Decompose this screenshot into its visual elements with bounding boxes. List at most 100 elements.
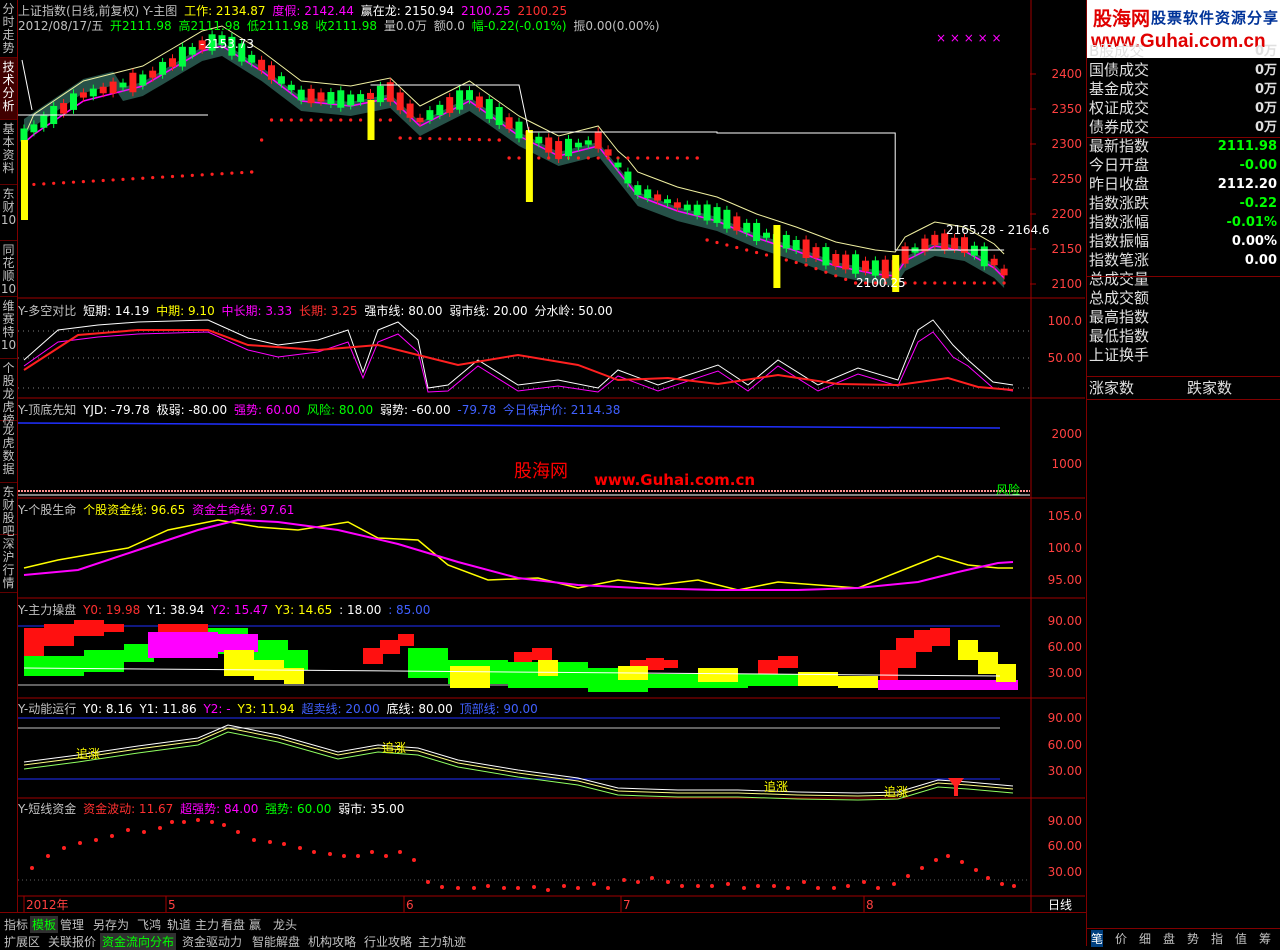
fund-dot — [268, 840, 272, 844]
candle-body — [159, 61, 167, 75]
candle-body — [119, 82, 127, 88]
left-tab-7[interactable]: 龙虎数据 — [0, 421, 17, 483]
block-red — [158, 624, 208, 632]
left-tab-6[interactable]: 个股龙虎榜 — [0, 359, 17, 427]
support-dot — [101, 178, 105, 183]
chart-canvas[interactable]: 2012年 5 6 7 8 日线 2400 2350 2300 2250 2200 2150 2100 1… — [18, 0, 1085, 912]
ext-tab-4[interactable]: 智能解盘 — [250, 933, 302, 950]
info-row-11: 指数笔涨 0.00 — [1089, 251, 1277, 270]
left-tab-4[interactable]: 同花顺10 — [0, 241, 17, 297]
super-strong: 超强势: 84.00 — [180, 802, 259, 816]
left-tab-1[interactable]: 技术分析 — [0, 58, 17, 120]
ext-tab-1[interactable]: 关联报价 — [46, 933, 98, 950]
candle-body — [475, 96, 483, 108]
left-tab-8[interactable]: 东财股吧 — [0, 483, 17, 538]
candle-body — [347, 94, 355, 106]
support-dot — [547, 156, 551, 160]
candle-body — [673, 202, 681, 208]
support-dot — [200, 173, 204, 177]
support-dot — [131, 177, 135, 181]
tool-tab-6[interactable]: 主力 — [193, 916, 221, 933]
candle-body — [287, 84, 295, 91]
info-row-4: 债券成交 0万 — [1089, 118, 1277, 137]
tool-tab-1[interactable]: 模板 — [30, 916, 59, 933]
p3-tick: 1000 — [1051, 457, 1082, 471]
candle-body — [426, 110, 434, 120]
tool-tab-7[interactable]: 看盘 — [219, 916, 247, 933]
right-tab-1[interactable]: 价 — [1115, 930, 1127, 947]
candle-body — [634, 185, 642, 195]
energy-line-green — [23, 731, 1014, 801]
right-tab-4[interactable]: 势 — [1187, 930, 1199, 947]
fund-dot — [370, 850, 374, 854]
support-dot — [428, 137, 432, 141]
extreme-weak: 极弱: -80.00 — [156, 403, 228, 417]
fund-dot — [196, 818, 200, 822]
block-yellow — [838, 676, 878, 688]
fund-dot — [680, 884, 684, 888]
right-tab-5[interactable]: 指 — [1211, 930, 1223, 947]
info-label: 最高指数 — [1089, 308, 1150, 326]
tool-tab-9[interactable]: 龙头 — [271, 916, 299, 933]
info-value: 0万 — [1254, 82, 1277, 97]
ext-tab-3[interactable]: 资金驱动力 — [180, 933, 244, 950]
fund-dot — [486, 884, 490, 888]
fund-dot — [846, 884, 850, 888]
midlong-line — [23, 331, 1014, 393]
tool-tab-8[interactable]: 赢 — [247, 916, 263, 933]
info-value: 2111.98 — [1217, 139, 1277, 154]
candle-body — [188, 46, 196, 55]
fund-dot — [78, 841, 82, 845]
p3-tick: 2000 — [1051, 427, 1082, 441]
candle-body — [802, 239, 810, 258]
fund-dot — [650, 876, 654, 880]
info-value: 0.00% — [1231, 234, 1277, 249]
long-term-line — [23, 329, 1014, 391]
up-count-label: 涨家数 — [1089, 379, 1135, 397]
candle-body — [980, 246, 988, 267]
left-tab-2[interactable]: 基本资料 — [0, 120, 17, 185]
candle-body — [822, 247, 830, 266]
fund-dot — [974, 868, 978, 872]
info-value: 0万 — [1254, 44, 1277, 59]
ext-tab-5[interactable]: 机构攻略 — [306, 933, 358, 950]
vacation-value: 度假: 2142.44 — [272, 4, 354, 18]
candle-body — [268, 65, 275, 80]
logo-name: 股海网 — [1093, 8, 1151, 30]
p5-tick: 30.00 — [1048, 666, 1082, 680]
candle-body — [683, 204, 691, 211]
right-tab-0[interactable]: 笔 — [1091, 930, 1104, 947]
right-tab-3[interactable]: 盘 — [1163, 930, 1175, 947]
left-tab-0[interactable]: 分时走势 — [0, 0, 17, 58]
block-red — [930, 628, 950, 646]
right-tab-7[interactable]: 筹 — [1259, 930, 1271, 947]
ext-tab-0[interactable]: 扩展区 — [2, 933, 42, 950]
ext-tab-7[interactable]: 主力轨迹 — [416, 933, 468, 950]
panel7-title: Y-短线资金 — [18, 802, 77, 816]
left-tab-5[interactable]: 维赛特10 — [0, 297, 17, 359]
yjd-repeat: -79.78 — [457, 403, 497, 417]
right-tab-6[interactable]: 值 — [1235, 930, 1247, 947]
volume-text: 量0.0万 — [383, 19, 427, 33]
support-dot — [675, 156, 680, 160]
tool-tab-5[interactable]: 轨道 — [165, 916, 193, 933]
support-dot — [953, 281, 957, 285]
tool-tab-3[interactable]: 另存为 — [91, 916, 131, 933]
ext-tab-2[interactable]: 资金流向分布 — [100, 933, 177, 950]
ext-tab-6[interactable]: 行业攻略 — [362, 933, 414, 950]
left-tab-3[interactable]: 东财10 — [0, 185, 17, 241]
info-value: -0.22 — [1239, 196, 1277, 211]
tool-tab-2[interactable]: 管理 — [58, 916, 86, 933]
oversold-line: 超卖线: 20.00 — [301, 702, 380, 716]
tool-tab-0[interactable]: 指标 — [2, 916, 30, 933]
candle-body — [149, 70, 157, 78]
candle-body — [970, 245, 978, 256]
block-red — [532, 648, 552, 660]
period-label: 日线 — [1048, 898, 1072, 912]
right-tab-2[interactable]: 细 — [1139, 930, 1151, 947]
block-red — [380, 640, 400, 654]
xaxis-label: 5 — [168, 898, 176, 912]
tool-tab-4[interactable]: 飞鸿 — [135, 916, 163, 933]
left-tab-9[interactable]: 深沪行情 — [0, 535, 17, 593]
support-dot — [339, 118, 343, 122]
